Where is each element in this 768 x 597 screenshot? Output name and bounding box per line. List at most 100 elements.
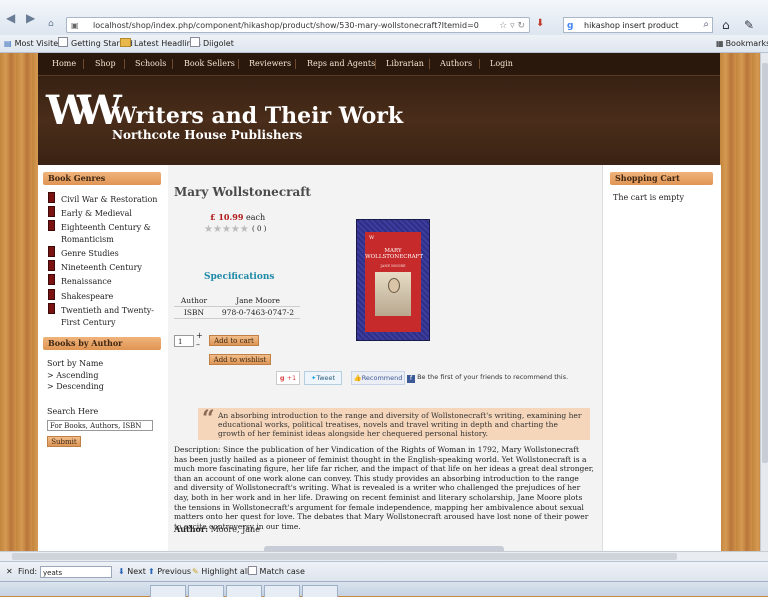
find-previous-button[interactable]: ⬆ Previous <box>148 562 191 582</box>
search-label: Search Here <box>47 407 99 416</box>
search-icon[interactable]: ⌕ <box>703 18 709 32</box>
book-icon <box>48 246 55 257</box>
quantity-stepper[interactable]: + – <box>196 331 203 349</box>
sort-descending-link[interactable]: > Descending <box>47 382 104 391</box>
scroll-thumb[interactable] <box>762 63 768 463</box>
bookmark-diigolet[interactable]: Diigolet <box>190 35 234 52</box>
book-search-input[interactable]: For Books, Authors, ISBN <box>47 420 153 431</box>
plus-icon[interactable]: + <box>196 331 203 340</box>
cover-author: JANE MOORE <box>380 264 406 268</box>
home-icon[interactable]: ⌂ <box>722 18 730 32</box>
menu-separator <box>83 59 84 69</box>
forward-icon[interactable]: ▶ <box>26 11 35 25</box>
star-icon[interactable]: ★ <box>240 224 249 235</box>
menu-reviewers[interactable]: Reviewers <box>249 59 291 68</box>
quote-text: An absorbing introduction to the range a… <box>218 411 582 438</box>
bookmark-star-icon[interactable]: ☆ ▿ ↻ <box>499 18 525 34</box>
facebook-icon: f <box>407 375 415 383</box>
bookmark-most-visited[interactable]: ▤ Most Visited <box>4 35 63 52</box>
genre-item[interactable]: Shakespeare <box>48 289 163 303</box>
bookmark-latest-headlines[interactable]: Latest Headlines <box>120 35 201 52</box>
taskbar-button[interactable] <box>264 585 300 597</box>
book-icon <box>48 206 55 217</box>
book-icon <box>48 303 55 314</box>
star-icon[interactable]: ★ <box>213 224 222 235</box>
arrow-up-icon: ⬆ <box>148 567 155 576</box>
menu-authors[interactable]: Authors <box>440 59 472 68</box>
google-plus-icon: g <box>279 374 285 382</box>
google-icon[interactable]: g <box>567 19 573 33</box>
genre-item[interactable]: Twentieth and Twenty-First Century <box>48 303 163 329</box>
book-icon <box>48 192 55 203</box>
addon-icon[interactable]: ⬇ <box>536 18 544 29</box>
quantity-input[interactable]: 1 <box>174 335 194 347</box>
bookmarks-menu[interactable]: ▦ Bookmarks <box>716 35 768 52</box>
menu-shop[interactable]: Shop <box>95 59 116 68</box>
browser-navbar: ◀ ▶ ⌂ ▣ localhost/shop/index.php/compone… <box>0 0 768 44</box>
checkbox-icon[interactable] <box>248 566 257 575</box>
minus-icon[interactable]: – <box>196 340 203 349</box>
tools-icon[interactable]: ✎ <box>744 18 754 32</box>
web-search-box[interactable]: g hikashop insert product alignment ⌕ <box>563 17 713 44</box>
menu-schools[interactable]: Schools <box>135 59 166 68</box>
site-logo[interactable]: WW <box>46 87 122 134</box>
url-text: localhost/shop/index.php/component/hikas… <box>93 21 479 30</box>
highlight-all-button[interactable]: ✎ Highlight all <box>192 562 249 582</box>
star-icon[interactable]: ★ <box>204 224 213 235</box>
menu-reps-and-agents[interactable]: Reps and Agents <box>307 59 375 68</box>
genre-item[interactable]: Eighteenth Century & Romanticism <box>48 220 163 246</box>
tweet-button[interactable]: ✦Tweet <box>304 371 342 385</box>
menu-separator <box>375 59 376 69</box>
star-icon[interactable]: ★ <box>222 224 231 235</box>
find-label: Find: <box>18 567 38 576</box>
genre-item[interactable]: Genre Studies <box>48 246 163 260</box>
add-to-cart-button[interactable]: Add to cart <box>209 335 259 346</box>
match-case-checkbox[interactable]: Match case <box>248 562 305 582</box>
taskbar-button[interactable] <box>188 585 224 597</box>
taskbar-button[interactable] <box>150 585 186 597</box>
site-header: Home Shop Schools Book Sellers Reviewers… <box>38 53 720 165</box>
genre-item[interactable]: Civil War & Restoration <box>48 192 163 206</box>
find-next-button[interactable]: ⬇ Next <box>118 562 146 582</box>
quote-icon: “ <box>202 406 215 432</box>
find-input[interactable]: yeats <box>40 566 112 578</box>
menu-separator <box>479 59 480 69</box>
url-bar[interactable]: ▣ localhost/shop/index.php/component/hik… <box>66 17 530 33</box>
genre-item[interactable]: Nineteenth Century <box>48 260 163 274</box>
vertical-scrollbar[interactable] <box>760 53 768 551</box>
menu-separator <box>172 59 173 69</box>
book-genres-heading: Book Genres <box>43 172 161 185</box>
book-cover-image[interactable]: W MARY WOLLSTONECRAFT JANE MOORE <box>356 219 430 341</box>
rating-stars[interactable]: ★★★★★ <box>204 224 249 235</box>
wood-background-left <box>0 53 38 551</box>
genre-label: Shakespeare <box>61 292 114 301</box>
menu-book-sellers[interactable]: Book Sellers <box>184 59 235 68</box>
find-bar: ✕ Find: yeats ⬇ Next ⬆ Previous ✎ Highli… <box>0 561 768 582</box>
author-label: Author: <box>174 524 209 534</box>
genre-item[interactable]: Early & Medieval <box>48 206 163 220</box>
genre-label: Eighteenth Century & Romanticism <box>61 223 151 244</box>
identity-icon[interactable]: ⌂ <box>48 19 54 29</box>
scroll-thumb[interactable] <box>12 553 677 560</box>
submit-button[interactable]: Submit <box>47 436 81 447</box>
bookmark-label: Most Visited <box>14 39 64 48</box>
genre-label: Genre Studies <box>61 249 119 258</box>
taskbar-button[interactable] <box>226 585 262 597</box>
menu-librarian[interactable]: Librarian <box>386 59 424 68</box>
sort-ascending-link[interactable]: > Ascending <box>47 371 98 380</box>
back-icon[interactable]: ◀ <box>6 11 15 25</box>
menu-home[interactable]: Home <box>52 59 76 68</box>
facebook-recommend-button[interactable]: 👍Recommend <box>351 371 405 385</box>
genre-item[interactable]: Renaissance <box>48 274 163 288</box>
product-main: Mary Wollstonecraft £ 10.99 each ★★★★★ (… <box>168 165 602 551</box>
google-plus-button[interactable]: g +1 <box>276 371 300 385</box>
bookmark-label: Diigolet <box>203 39 234 48</box>
menu-login[interactable]: Login <box>490 59 513 68</box>
product-description: Description: Since the publication of he… <box>174 445 594 531</box>
star-icon[interactable]: ★ <box>231 224 240 235</box>
top-menu: Home Shop Schools Book Sellers Reviewers… <box>38 53 720 76</box>
add-to-wishlist-button[interactable]: Add to wishlist <box>209 354 271 365</box>
close-find-icon[interactable]: ✕ <box>6 562 13 582</box>
taskbar-button[interactable] <box>302 585 338 597</box>
sort-label: Sort by Name <box>47 359 104 368</box>
